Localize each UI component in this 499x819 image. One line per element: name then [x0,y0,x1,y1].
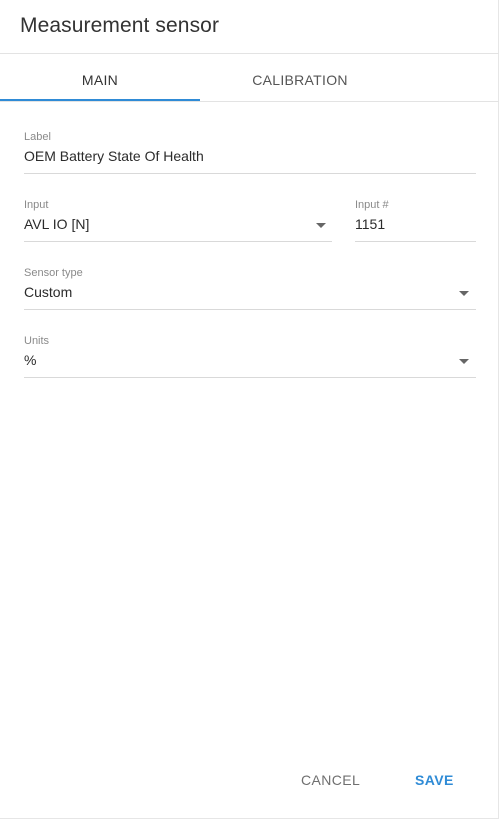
label-field[interactable]: Label OEM Battery State Of Health [24,131,476,175]
input-select-label: Input [24,199,49,211]
sensor-type-select[interactable]: Sensor type Custom [24,267,476,311]
units-underline [24,377,476,378]
chevron-down-icon[interactable] [459,359,469,364]
label-field-underline [24,173,476,174]
tab-calibration[interactable]: CALIBRATION [200,54,400,102]
cancel-button[interactable]: CANCEL [301,772,360,788]
tab-bar: MAIN CALIBRATION [0,54,499,102]
chevron-down-icon[interactable] [316,223,326,228]
units-value[interactable]: % [24,352,36,368]
dialog-title: Measurement sensor [20,14,220,37]
save-button[interactable]: SAVE [415,772,454,788]
sensor-type-value[interactable]: Custom [24,284,72,300]
sensor-type-label: Sensor type [24,267,83,279]
dialog-footer: CANCEL SAVE [0,760,499,800]
input-number-underline [355,241,476,242]
units-label: Units [24,335,50,347]
input-select-value[interactable]: AVL IO [N] [24,216,89,232]
input-select-underline [24,241,332,242]
label-field-value[interactable]: OEM Battery State Of Health [24,148,204,164]
measurement-sensor-dialog: Measurement sensor MAIN CALIBRATION Labe… [0,0,499,819]
units-select[interactable]: Units % [24,335,476,379]
input-select[interactable]: Input AVL IO [N] [24,199,332,243]
input-number-field[interactable]: Input # 1151 [355,199,476,243]
chevron-down-icon[interactable] [459,291,469,296]
label-field-label: Label [24,131,51,143]
input-number-label: Input # [355,199,389,211]
sensor-type-underline [24,309,476,310]
tabs-divider [0,101,499,102]
input-number-value[interactable]: 1151 [355,216,385,232]
tab-main[interactable]: MAIN [0,54,200,102]
